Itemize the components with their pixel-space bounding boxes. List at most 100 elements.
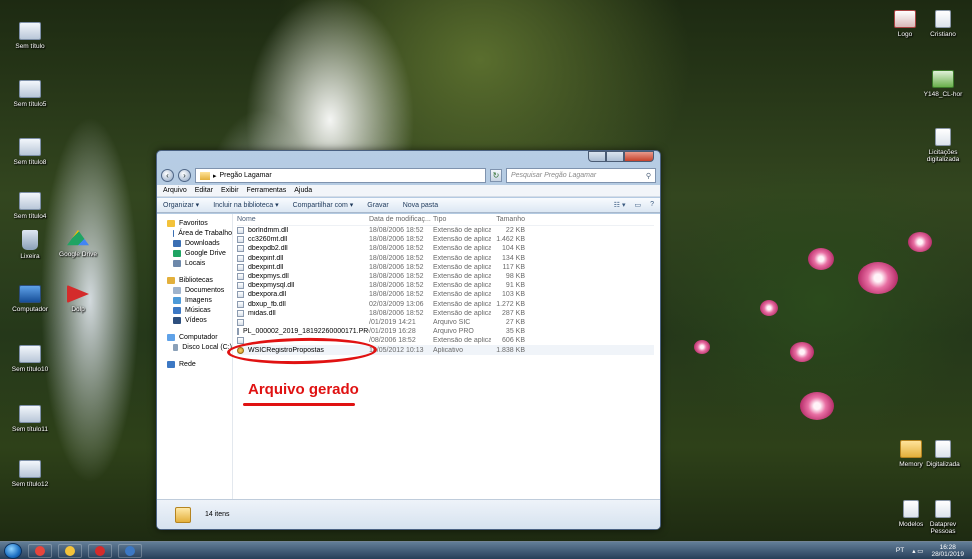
nav-item[interactable]: Google Drive xyxy=(167,248,232,258)
file-date: 02/03/2009 13:06 xyxy=(369,300,424,308)
desktop-icon[interactable]: Computador xyxy=(4,285,56,313)
menu-item[interactable]: Ajuda xyxy=(294,187,312,194)
nav-item-icon xyxy=(167,360,175,368)
file-date: 18/08/2006 18:52 xyxy=(369,227,424,235)
column-name[interactable]: Nome xyxy=(237,216,369,223)
organize-button[interactable]: Organizar ▾ xyxy=(163,201,199,209)
file-type: Extensão de aplica... xyxy=(433,254,491,262)
clock[interactable]: 16:28 28/01/2019 xyxy=(931,544,964,558)
wallpaper-flower xyxy=(760,300,778,316)
preview-pane-icon[interactable]: ▭ xyxy=(634,201,641,209)
nav-item[interactable]: Downloads xyxy=(167,238,232,248)
nav-item-icon xyxy=(167,276,175,284)
column-size[interactable]: Tamanho xyxy=(491,216,525,223)
nav-item[interactable]: Documentos xyxy=(167,285,232,295)
file-date: 18/08/2006 18:52 xyxy=(369,273,424,281)
desktop-icon[interactable]: Lixeira xyxy=(4,230,56,260)
desktop-icon[interactable]: Digitalizada xyxy=(918,440,968,468)
file-row[interactable]: dbxup_fb.dll 02/03/2009 13:06 Extensão de … xyxy=(237,300,654,309)
nav-item[interactable]: Locais xyxy=(167,258,232,268)
maximize-button[interactable] xyxy=(606,151,624,162)
desktop-icon[interactable]: Sem título10 xyxy=(4,345,56,373)
refresh-button[interactable]: ↻ xyxy=(490,169,502,182)
file-date: 18/08/2006 18:52 xyxy=(369,309,424,317)
breadcrumb[interactable]: Pregão Lagamar xyxy=(220,172,272,179)
file-row[interactable]: PL_000002_2019_18192260000171.PRO/01/201… xyxy=(237,327,654,336)
taskbar-chrome-button[interactable] xyxy=(28,543,52,558)
desktop-icon[interactable]: Y148_CL-hor xyxy=(918,70,968,98)
file-name: dbexpmysql.dll xyxy=(248,282,295,290)
desktop-icon[interactable]: Dolp xyxy=(52,285,104,313)
column-type[interactable]: Tipo xyxy=(433,216,491,223)
menu-item[interactable]: Arquivo xyxy=(163,187,187,194)
file-row[interactable]: dbexpora.dll 18/08/2006 18:52 Extensão de … xyxy=(237,290,654,299)
wallpaper-flower xyxy=(808,248,834,270)
close-button[interactable] xyxy=(624,151,654,162)
desktop-icon[interactable]: Sem título12 xyxy=(4,460,56,488)
desktop-icon[interactable]: Licitações digitalizada xyxy=(918,128,968,163)
nav-item[interactable]: Rede xyxy=(167,359,232,369)
desktop-icon[interactable]: Sem título8 xyxy=(4,138,56,166)
nav-item-label: Computador xyxy=(179,333,218,341)
minimize-button[interactable] xyxy=(588,151,606,162)
nav-item-label: Favoritos xyxy=(179,219,208,227)
desktop-icon[interactable]: Sem título xyxy=(4,22,56,50)
taskbar-explorer-button[interactable] xyxy=(58,543,82,558)
menu-item[interactable]: Exibir xyxy=(221,187,239,194)
file-row[interactable]: midas.dll 18/08/2006 18:52 Extensão de apl… xyxy=(237,309,654,318)
nav-item[interactable]: Bibliotecas xyxy=(167,275,232,285)
help-icon[interactable]: ? xyxy=(650,201,654,209)
burn-button[interactable]: Gravar xyxy=(367,202,388,209)
new-folder-button[interactable]: Nova pasta xyxy=(403,202,438,209)
share-with-button[interactable]: Compartilhar com ▾ xyxy=(293,201,354,209)
menu-item[interactable]: Ferramentas xyxy=(247,187,287,194)
menu-item[interactable]: Editar xyxy=(195,187,213,194)
file-row[interactable]: /01/2019 14:21 Arquivo SIC 27 KB xyxy=(237,318,654,327)
file-type: Extensão de aplica... xyxy=(433,309,491,317)
file-date: 18/08/2006 18:52 xyxy=(369,291,424,299)
file-icon xyxy=(19,405,41,423)
address-bar[interactable]: ▸ Pregão Lagamar xyxy=(195,168,486,183)
explorer-window[interactable]: ‹ › ▸ Pregão Lagamar ↻ Pesquisar Pregão … xyxy=(156,150,661,530)
nav-item[interactable]: Favoritos xyxy=(167,218,232,228)
desktop-icon-label: Dataprev Pessoas xyxy=(929,521,957,535)
network-icon[interactable]: ▴ ▭ xyxy=(912,547,923,555)
nav-item[interactable]: Disco Local (C:) xyxy=(167,342,232,352)
file-row[interactable]: dbexpmysql.dll 18/08/2006 18:52 Extensão d… xyxy=(237,281,654,290)
file-row[interactable]: dbexpint.dll 18/08/2006 18:52 Extensão de … xyxy=(237,263,654,272)
back-button[interactable]: ‹ xyxy=(161,169,174,182)
forward-button[interactable]: › xyxy=(178,169,191,182)
start-button[interactable] xyxy=(4,542,22,559)
taskbar-app-button[interactable] xyxy=(118,543,142,558)
file-type: Extensão de aplica... xyxy=(433,273,491,281)
desktop-icon[interactable]: Sem título4 xyxy=(4,192,56,220)
nav-item[interactable]: Área de Trabalho xyxy=(167,228,232,238)
language-indicator[interactable]: PT xyxy=(896,547,904,554)
nav-item[interactable]: Imagens xyxy=(167,295,232,305)
taskbar-pdf-reader-button[interactable] xyxy=(88,543,112,558)
view-options-icon[interactable]: ☷ ▾ xyxy=(614,201,626,209)
nav-item-icon xyxy=(173,343,179,351)
file-name: cc3260mt.dll xyxy=(248,236,288,244)
desktop-icon[interactable]: Sem título11 xyxy=(4,405,56,433)
file-icon xyxy=(237,254,244,262)
file-row[interactable]: dbexpdb2.dll 18/08/2006 18:52 Extensão de … xyxy=(237,244,654,253)
file-icon xyxy=(237,236,244,244)
desktop-icon[interactable]: Sem título5 xyxy=(4,80,56,108)
file-row[interactable]: dbexpinf.dll 18/08/2006 18:52 Extensão de … xyxy=(237,254,654,263)
desktop-icon[interactable]: Google Drive xyxy=(52,230,104,258)
file-size: 27 KB xyxy=(505,318,525,326)
file-type: Arquivo PRO xyxy=(433,328,474,336)
nav-item[interactable]: Computador xyxy=(167,332,232,342)
desktop-icon[interactable]: Cristiano xyxy=(918,10,968,38)
column-date[interactable]: Data de modificaç... xyxy=(369,216,433,223)
file-row[interactable]: borlndmm.dll 18/08/2006 18:52 Extensão de … xyxy=(237,226,654,235)
file-row[interactable]: cc3260mt.dll 18/08/2006 18:52 Extensão de … xyxy=(237,235,654,244)
include-in-library-button[interactable]: Incluir na biblioteca ▾ xyxy=(213,201,278,209)
nav-item[interactable]: Músicas xyxy=(167,305,232,315)
nav-item[interactable]: Vídeos xyxy=(167,315,232,325)
search-input[interactable]: Pesquisar Pregão Lagamar ⚲ xyxy=(506,168,656,183)
desktop-icon[interactable]: Dataprev Pessoas xyxy=(918,500,968,535)
file-type: Aplicativo xyxy=(433,346,463,354)
file-row[interactable]: dbexpmys.dll 18/08/2006 18:52 Extensão de … xyxy=(237,272,654,281)
